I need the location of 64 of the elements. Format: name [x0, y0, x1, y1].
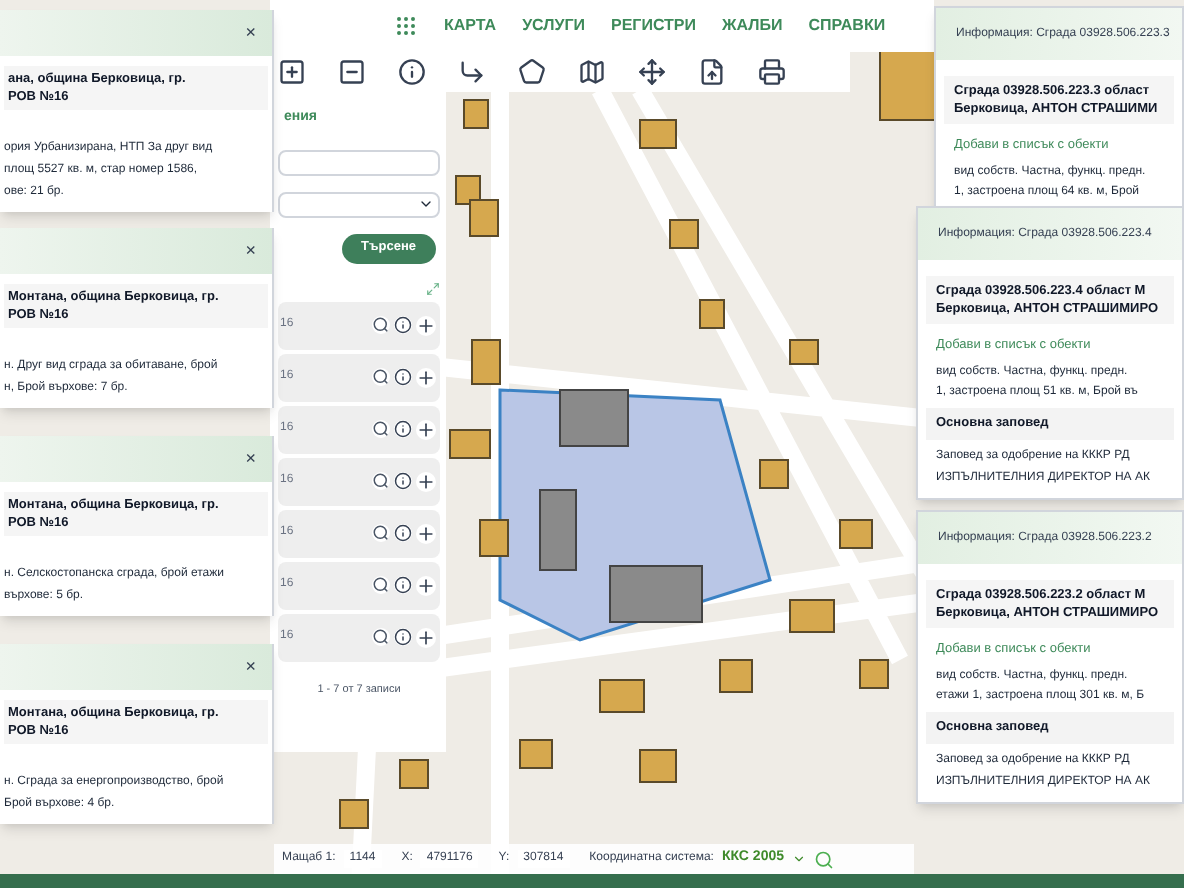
building-shape[interactable] [759, 459, 789, 489]
select-add-icon[interactable] [278, 58, 306, 86]
search-icon[interactable] [372, 472, 390, 490]
search-icon[interactable] [372, 316, 390, 334]
search-icon[interactable] [372, 628, 390, 646]
search-icon[interactable] [372, 524, 390, 542]
building-shape[interactable] [469, 199, 499, 237]
close-button[interactable]: × [237, 450, 264, 468]
info-icon[interactable] [394, 316, 412, 334]
building-shape[interactable] [639, 749, 677, 783]
plus-icon[interactable] [416, 419, 436, 439]
building-shape[interactable] [463, 99, 489, 129]
building-shape[interactable] [339, 799, 369, 829]
close-button[interactable]: × [237, 242, 264, 260]
building-shape[interactable] [471, 339, 501, 385]
search-icon[interactable] [372, 368, 390, 386]
close-button[interactable]: × [237, 658, 264, 676]
select-field[interactable] [278, 191, 440, 217]
info-icon[interactable] [394, 576, 412, 594]
plus-icon[interactable] [416, 367, 436, 387]
search-icon[interactable] [372, 576, 390, 594]
info-icon[interactable] [394, 368, 412, 386]
building-shape[interactable] [719, 659, 753, 693]
building-shape[interactable] [669, 219, 699, 249]
print-icon[interactable] [758, 58, 786, 86]
nav-menu-item[interactable]: ЖАЛБИ [722, 14, 783, 38]
building-shape[interactable] [839, 519, 873, 549]
search-input[interactable] [278, 149, 440, 175]
search-icon[interactable] [372, 420, 390, 438]
building-shape[interactable] [789, 599, 835, 633]
select-remove-icon[interactable] [338, 58, 366, 86]
nav-menu-item[interactable]: УСЛУГИ [522, 14, 585, 38]
info-icon[interactable] [394, 524, 412, 542]
plus-icon[interactable] [416, 627, 436, 647]
info-icon[interactable] [398, 58, 426, 86]
map-icon[interactable] [578, 58, 606, 86]
nav-menu-item[interactable]: РЕГИСТРИ [611, 14, 697, 38]
info-icon[interactable] [394, 420, 412, 438]
nav-menu-item[interactable]: СПРАВКИ [808, 14, 886, 38]
building-shape[interactable] [599, 679, 645, 713]
plus-icon[interactable] [416, 575, 436, 595]
building-shape[interactable] [699, 299, 725, 329]
building-shape[interactable] [399, 759, 429, 789]
building-shape[interactable] [455, 175, 481, 205]
plus-icon[interactable] [416, 315, 436, 335]
polygon-icon[interactable] [518, 58, 546, 86]
building-shape[interactable] [789, 339, 819, 365]
corner-icon[interactable] [458, 58, 486, 86]
building-shape[interactable] [519, 739, 553, 769]
caret-icon [792, 852, 807, 866]
plus-icon[interactable] [416, 523, 436, 543]
building-shape[interactable] [449, 429, 491, 459]
nav-menu-item[interactable]: КАРТА [444, 14, 497, 38]
building-shape[interactable] [479, 519, 509, 557]
caret-icon [418, 196, 434, 212]
file-upload-icon[interactable] [698, 58, 726, 86]
apps-grid-icon[interactable] [394, 14, 418, 38]
building-shape[interactable] [639, 119, 677, 149]
info-icon[interactable] [394, 628, 412, 646]
plus-icon[interactable] [416, 471, 436, 491]
crosshair-icon[interactable] [638, 58, 666, 86]
info-icon[interactable] [394, 472, 412, 490]
building-shape[interactable] [859, 659, 889, 689]
close-button[interactable]: × [237, 24, 264, 42]
